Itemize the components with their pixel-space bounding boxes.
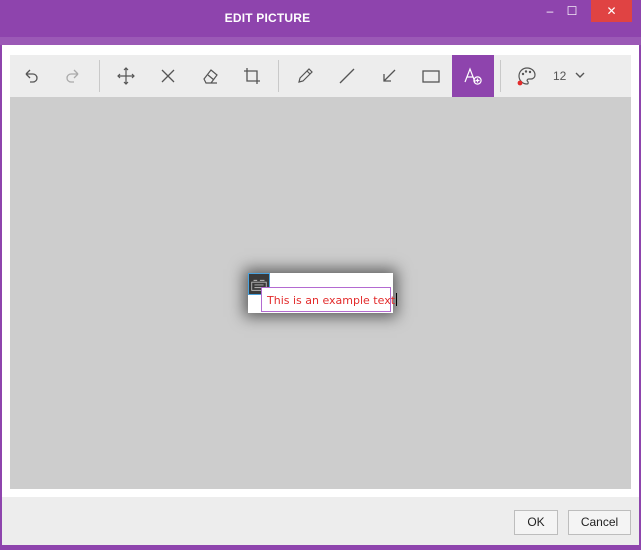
undo-button[interactable] <box>10 55 52 97</box>
color-picker-button[interactable] <box>506 55 548 97</box>
title-divider <box>0 37 641 45</box>
close-button[interactable]: ✕ <box>591 0 632 22</box>
add-text-icon <box>464 67 482 85</box>
crop-icon <box>244 68 260 84</box>
ok-button[interactable]: OK <box>514 510 558 535</box>
redo-icon <box>66 69 79 83</box>
title-bar: EDIT PICTURE – ☐ ✕ <box>0 0 641 37</box>
toolbar-separator <box>99 60 100 92</box>
arrow-button[interactable] <box>368 55 410 97</box>
text-annotation-box[interactable]: This is an example text <box>261 287 398 312</box>
minimize-button[interactable]: – <box>535 0 565 22</box>
delete-button[interactable] <box>147 55 189 97</box>
dialog-footer: OK Cancel <box>2 497 639 545</box>
pencil-button[interactable] <box>284 55 326 97</box>
text-caret <box>396 293 398 306</box>
move-icon <box>117 67 135 85</box>
close-icon <box>161 69 175 83</box>
crop-button[interactable] <box>231 55 273 97</box>
window-title: EDIT PICTURE <box>224 11 311 25</box>
dialog-client: 12 This is an example text OK Cancel <box>2 45 639 545</box>
add-text-button[interactable] <box>452 55 494 97</box>
annotation-text-value: This is an example text <box>267 294 396 307</box>
redo-button[interactable] <box>52 55 94 97</box>
toolbar: 12 <box>10 55 631 97</box>
chevron-down-icon[interactable] <box>572 67 588 83</box>
rectangle-icon <box>422 70 440 83</box>
line-button[interactable] <box>326 55 368 97</box>
cancel-button[interactable]: Cancel <box>568 510 631 535</box>
eraser-button[interactable] <box>189 55 231 97</box>
edited-picture[interactable]: This is an example text <box>248 273 398 313</box>
toolbar-separator <box>500 60 501 92</box>
line-icon <box>339 68 355 84</box>
arrow-icon <box>383 69 396 82</box>
rectangle-button[interactable] <box>410 55 452 97</box>
font-size-value[interactable]: 12 <box>553 55 566 97</box>
move-button[interactable] <box>105 55 147 97</box>
image-canvas[interactable]: This is an example text <box>10 97 631 489</box>
palette-icon <box>517 67 536 86</box>
annotation-text[interactable]: This is an example text <box>267 293 398 307</box>
pencil-icon <box>298 68 313 83</box>
toolbar-separator <box>278 60 279 92</box>
undo-icon <box>25 69 38 83</box>
maximize-button[interactable]: ☐ <box>562 0 582 22</box>
eraser-icon <box>203 69 218 84</box>
